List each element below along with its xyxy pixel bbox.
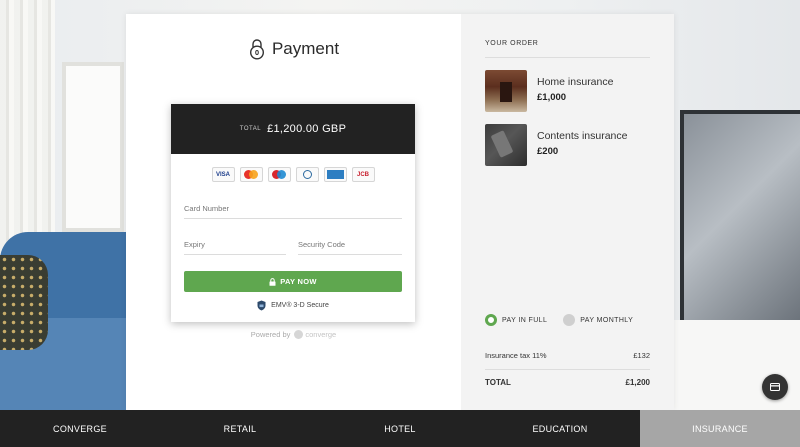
payment-header: Payment: [126, 38, 461, 60]
powered-by: Powered by converge: [126, 330, 461, 339]
pay-now-button[interactable]: PAY NOW: [184, 271, 402, 292]
contents-photo: [485, 124, 527, 166]
order-total-label: TOTAL: [485, 378, 511, 387]
lock-icon: [249, 39, 264, 60]
order-total-value: £1,200: [625, 378, 650, 387]
card-menu-button[interactable]: [762, 374, 788, 400]
credit-card-icon: [770, 383, 780, 391]
jcb-icon: JCB: [351, 167, 375, 182]
tab-insurance[interactable]: INSURANCE: [640, 410, 800, 447]
radio-unselected-icon[interactable]: [563, 314, 576, 326]
order-panel: YOUR ORDER Home insurance £1,000 Content…: [461, 14, 674, 410]
tab-converge[interactable]: CONVERGE: [0, 410, 160, 447]
order-item-name: Home insurance: [537, 76, 614, 88]
diners-icon: [295, 167, 319, 182]
tax-row: Insurance tax 11% £132: [485, 351, 650, 370]
card-number-field[interactable]: Card Number: [184, 204, 402, 219]
tab-retail[interactable]: RETAIL: [160, 410, 320, 447]
expiry-field[interactable]: Expiry: [184, 240, 286, 255]
visa-icon: VISA: [211, 167, 235, 182]
order-item: Home insurance £1,000: [485, 70, 650, 112]
emv-badge: EMV® 3-D Secure: [171, 300, 415, 311]
order-item: Contents insurance £200: [485, 124, 650, 166]
bottom-nav: CONVERGE RETAIL HOTEL EDUCATION INSURANC…: [0, 410, 800, 447]
total-bar: TOTAL £1,200.00 GBP: [171, 104, 415, 154]
converge-logo-icon: [294, 330, 304, 339]
payment-plan: PAY IN FULL PAY MONTHLY: [485, 314, 633, 326]
powered-by-label: Powered by: [250, 330, 291, 339]
order-item-name: Contents insurance: [537, 130, 628, 142]
tab-education[interactable]: EDUCATION: [480, 410, 640, 447]
amex-icon: [323, 167, 347, 182]
order-heading: YOUR ORDER: [485, 40, 650, 58]
tax-label: Insurance tax 11%: [485, 351, 547, 360]
total-amount: £1,200.00 GBP: [267, 123, 347, 135]
home-photo: [485, 70, 527, 112]
mastercard-icon: [239, 167, 263, 182]
payment-form: TOTAL £1,200.00 GBP VISA JCB Card Number…: [171, 104, 415, 322]
padlock-icon: [269, 277, 276, 286]
pay-in-full-label: PAY IN FULL: [502, 316, 548, 324]
pay-monthly-option[interactable]: PAY MONTHLY: [563, 314, 633, 326]
pay-in-full-option[interactable]: PAY IN FULL: [485, 314, 547, 326]
background-pillow: [0, 255, 48, 350]
order-total-row: TOTAL £1,200: [485, 378, 650, 387]
order-item-price: £1,000: [537, 92, 567, 103]
pay-monthly-label: PAY MONTHLY: [580, 316, 634, 324]
tab-hotel[interactable]: HOTEL: [320, 410, 480, 447]
radio-selected-icon[interactable]: [485, 314, 497, 326]
maestro-icon: [267, 167, 291, 182]
card-brands: VISA JCB: [171, 167, 415, 182]
checkout-card: Payment TOTAL £1,200.00 GBP VISA JCB Car…: [126, 14, 674, 410]
shield-card-icon: [257, 300, 266, 311]
security-code-field[interactable]: Security Code: [298, 240, 402, 255]
pay-now-label: PAY NOW: [280, 277, 317, 286]
page-title: Payment: [271, 39, 340, 58]
payment-panel: Payment TOTAL £1,200.00 GBP VISA JCB Car…: [126, 14, 461, 410]
order-item-price: £200: [537, 146, 559, 157]
converge-logo: converge: [294, 330, 336, 339]
background-window: [62, 62, 124, 232]
total-label: TOTAL: [239, 126, 262, 132]
converge-logo-text: converge: [305, 330, 337, 339]
tax-value: £132: [633, 351, 650, 360]
emv-label: EMV® 3-D Secure: [271, 302, 329, 309]
background-tv: [680, 110, 800, 325]
